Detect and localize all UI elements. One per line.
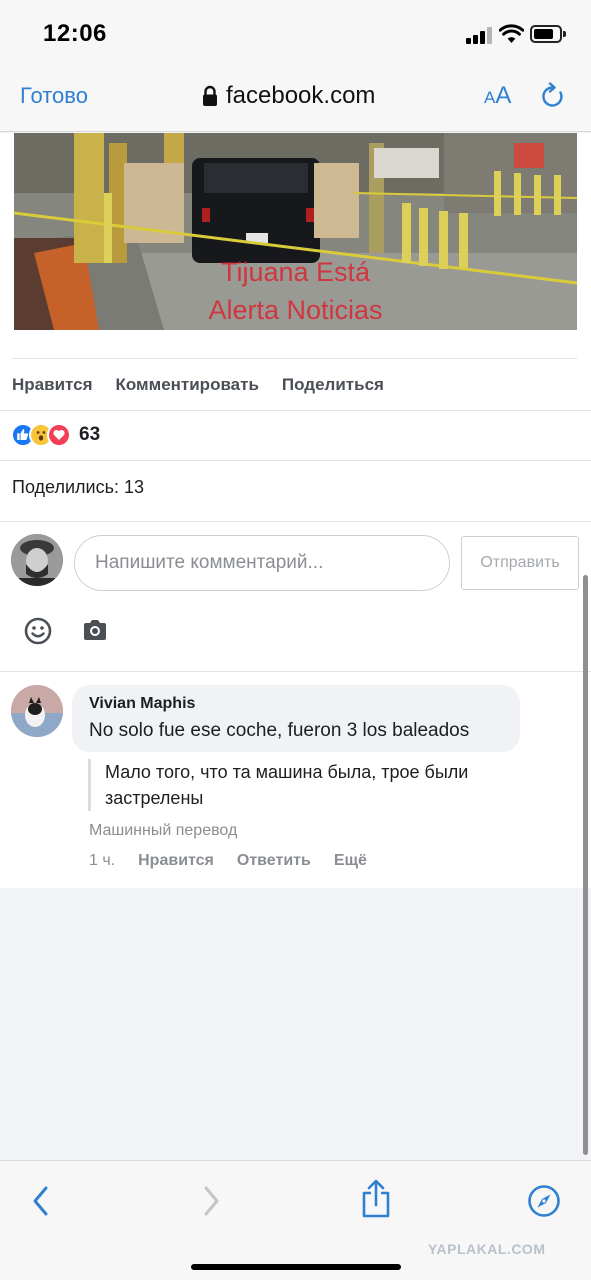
comment-author[interactable]: Vivian Maphis <box>89 695 520 713</box>
divider <box>0 460 591 461</box>
comment-bubble: Vivian Maphis No solo fue ese coche, fue… <box>72 685 520 752</box>
divider <box>0 671 591 672</box>
compass-icon[interactable] <box>527 1184 561 1218</box>
post-card: Tijuana Está Alerta Noticias Нравится Ко… <box>0 133 591 888</box>
emoji-icon[interactable] <box>24 617 52 645</box>
like-button[interactable]: Нравится <box>12 375 93 395</box>
comment-time[interactable]: 1 ч. <box>89 852 115 870</box>
browser-header: Готово facebook.com AA <box>0 70 591 132</box>
site-watermark: YAPLAKAL.COM <box>428 1241 546 1257</box>
comment-meta: 1 ч. Нравится Ответить Ещё <box>89 852 367 870</box>
post-actions: Нравится Комментировать Поделиться <box>12 375 384 395</box>
share-button[interactable]: Поделиться <box>282 375 384 395</box>
status-bar: 12:06 <box>0 0 591 70</box>
comment-like-button[interactable]: Нравится <box>138 852 214 870</box>
reload-icon[interactable] <box>540 82 566 110</box>
signal-icon <box>466 27 492 44</box>
comment-more-button[interactable]: Ещё <box>334 852 367 870</box>
divider <box>0 521 591 522</box>
battery-icon <box>530 25 566 43</box>
commenter-avatar[interactable] <box>11 685 63 737</box>
reactions-summary[interactable]: 63 <box>11 423 100 447</box>
lock-icon <box>203 85 217 106</box>
aa-small-label: A <box>484 88 496 107</box>
comment-input[interactable] <box>74 535 450 591</box>
text-size-button[interactable]: AA <box>484 82 511 110</box>
back-icon[interactable] <box>30 1185 52 1217</box>
divider <box>12 358 577 359</box>
status-time: 12:06 <box>43 20 107 47</box>
scrollbar[interactable] <box>583 575 588 1155</box>
reactions-count: 63 <box>79 424 101 445</box>
forward-icon[interactable] <box>200 1185 222 1217</box>
divider <box>0 410 591 411</box>
home-indicator[interactable] <box>191 1264 401 1270</box>
user-avatar[interactable] <box>11 534 63 586</box>
send-button[interactable]: Отправить <box>461 536 579 590</box>
comment-text: No solo fue ese coche, fueron 3 los bale… <box>89 720 470 741</box>
camera-icon[interactable] <box>82 619 108 641</box>
url-bar[interactable]: facebook.com <box>202 82 375 110</box>
aa-big-label: A <box>495 82 512 109</box>
comment-translation: Мало того, что та машина была, трое были… <box>88 759 548 811</box>
bottom-toolbar: YAPLAKAL.COM <box>0 1160 591 1280</box>
share-icon[interactable] <box>361 1179 391 1219</box>
shares-count[interactable]: Поделились: 13 <box>12 477 144 498</box>
comment-button[interactable]: Комментировать <box>116 375 259 395</box>
url-text: facebook.com <box>226 82 376 109</box>
translation-label[interactable]: Машинный перевод <box>89 822 237 840</box>
image-watermark-line-2: Alerta Noticias <box>208 295 383 325</box>
post-image[interactable]: Tijuana Está Alerta Noticias <box>14 133 577 330</box>
image-watermark-line-1: Tijuana Está <box>220 257 371 287</box>
love-icon <box>47 423 71 447</box>
comment-reply-button[interactable]: Ответить <box>237 852 311 870</box>
wifi-icon <box>499 24 524 43</box>
done-button[interactable]: Готово <box>20 83 88 109</box>
